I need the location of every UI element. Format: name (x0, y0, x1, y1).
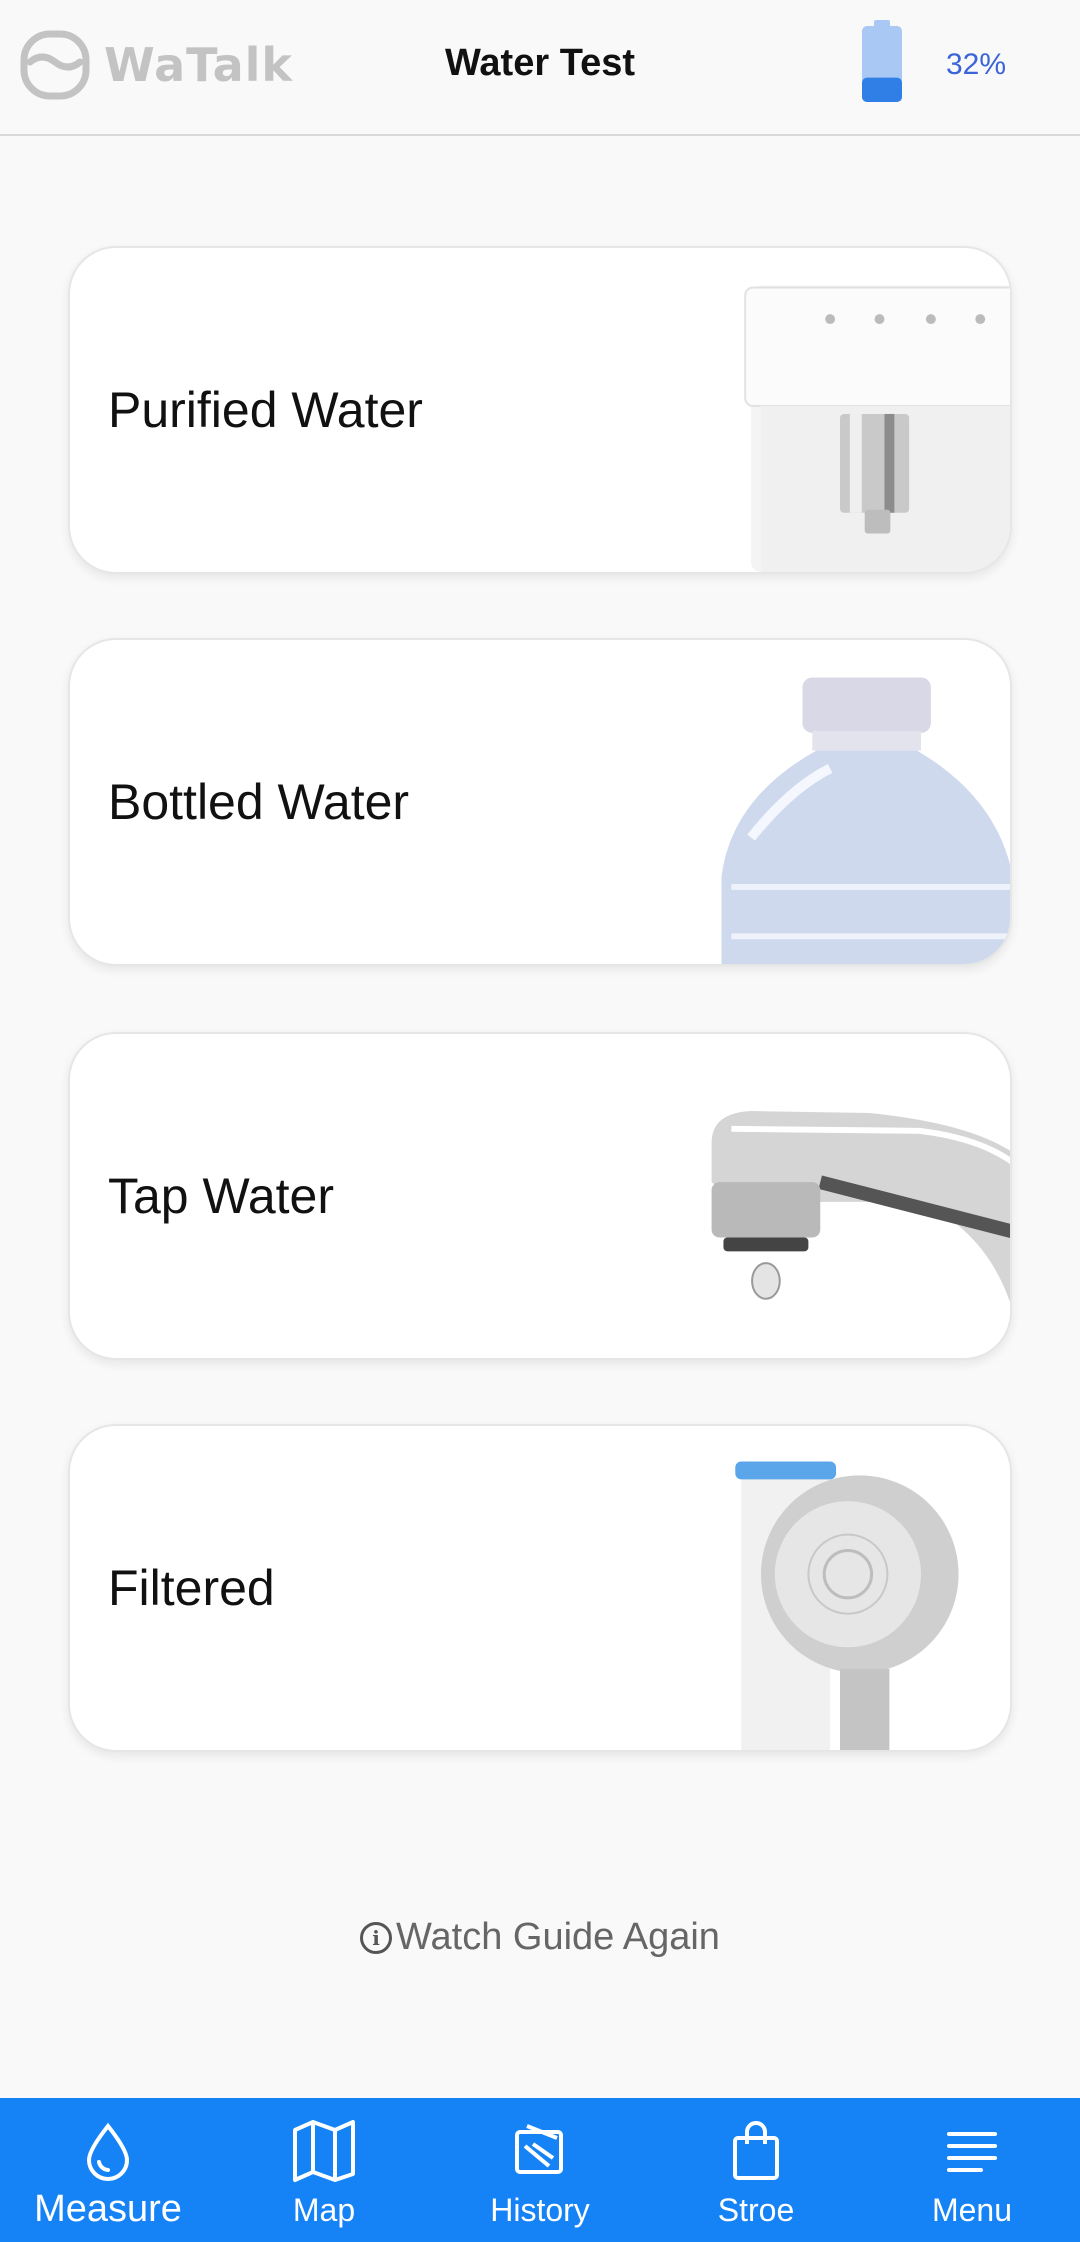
nav-label: Map (292, 2192, 356, 2228)
nav-label: Menu (931, 2192, 1013, 2228)
battery-percent: 32% (946, 48, 1007, 81)
page-title: Water Test (444, 42, 636, 84)
battery-icon (862, 20, 902, 102)
bottom-navigation: Measure Map History Stroe Menu (0, 2098, 1080, 2242)
nav-label: Measure (34, 2188, 182, 2230)
nav-label: History (490, 2192, 590, 2228)
faucet-image (711, 1111, 1010, 1303)
water-drop-icon (86, 2122, 130, 2181)
top-bar: WaTalk Water Test 32% (0, 0, 1080, 136)
nav-map[interactable]: Map (216, 2098, 432, 2242)
history-icon (515, 2124, 563, 2174)
filter-shower-head-image (735, 1461, 959, 1750)
watch-guide-link[interactable]: i Watch Guide Again (0, 1916, 1080, 1959)
card-filtered[interactable]: Filtered (68, 1424, 1012, 1752)
info-icon: i (360, 1921, 393, 1954)
card-label: Purified Water (108, 382, 423, 438)
card-label: Tap Water (108, 1168, 335, 1224)
water-dispenser-image (744, 285, 1010, 572)
card-label: Filtered (108, 1560, 275, 1616)
nav-menu[interactable]: Menu (864, 2098, 1080, 2242)
menu-icon (947, 2132, 997, 2172)
shopping-bag-icon (733, 2121, 779, 2180)
nav-history[interactable]: History (432, 2098, 648, 2242)
card-purified-water[interactable]: Purified Water (68, 246, 1012, 574)
card-bottled-water[interactable]: Bottled Water (68, 638, 1012, 966)
app-screen: WaTalk Water Test 32% Purified Water Bot… (0, 0, 1080, 2242)
card-label: Bottled Water (108, 774, 410, 830)
map-icon (293, 2120, 355, 2182)
water-bottle-image (721, 677, 1010, 964)
nav-label: Stroe (717, 2192, 795, 2228)
nav-store[interactable]: Stroe (648, 2098, 864, 2242)
card-tap-water[interactable]: Tap Water (68, 1032, 1012, 1360)
watch-guide-label: Watch Guide Again (396, 1916, 720, 1958)
nav-measure[interactable]: Measure (0, 2098, 216, 2242)
